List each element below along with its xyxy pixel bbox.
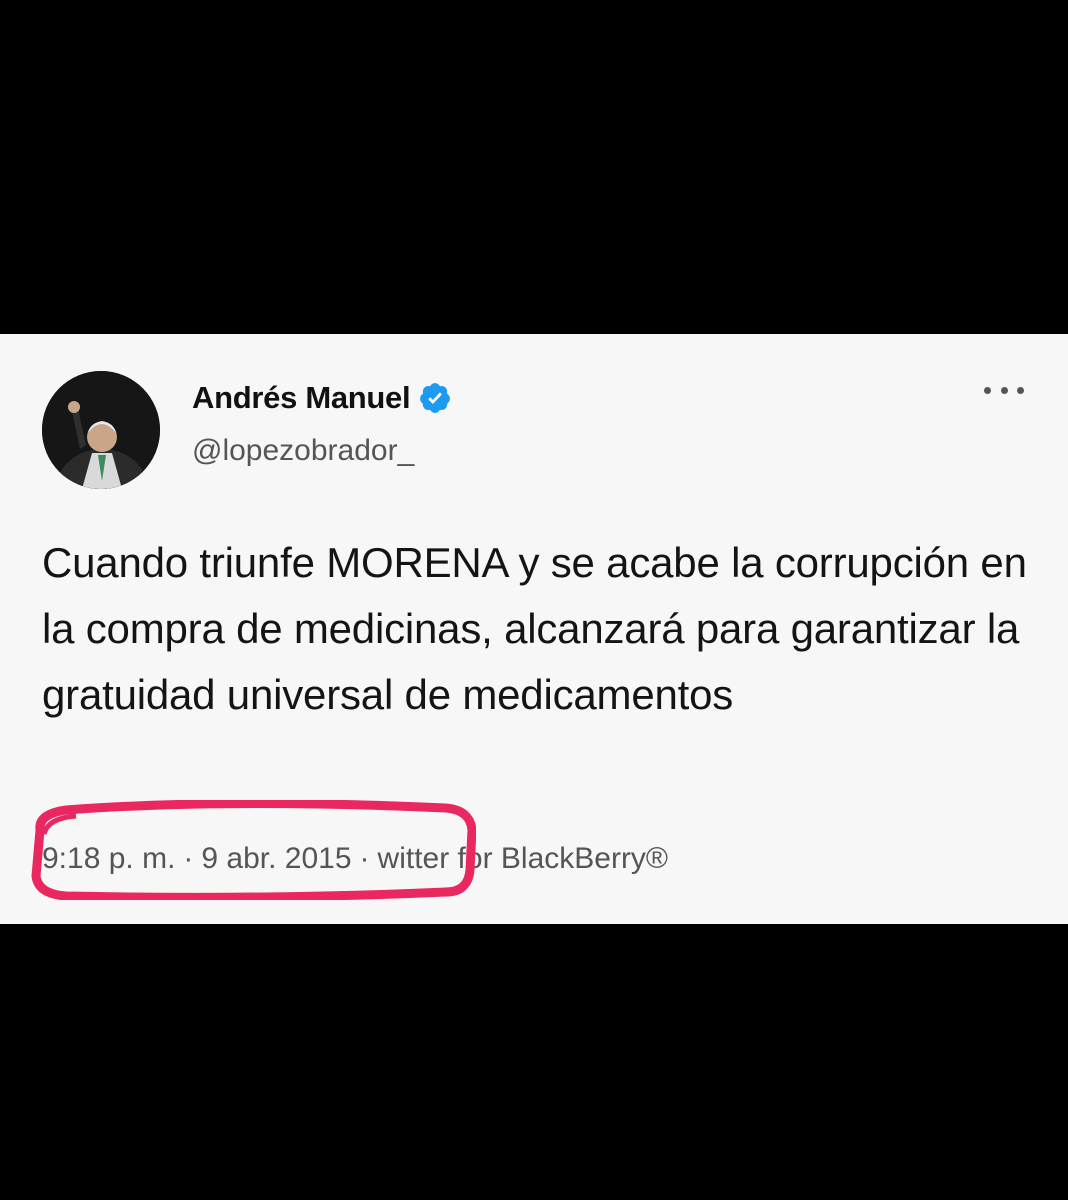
verified-badge-icon	[418, 381, 452, 415]
display-name[interactable]: Andrés Manuel	[192, 380, 452, 416]
screenshot-frame: Andrés Manuel @lopezobrador_ Cuando triu…	[0, 0, 1068, 1200]
more-dot	[984, 386, 991, 394]
meta-separator: ·	[183, 842, 194, 875]
user-handle[interactable]: @lopezobrador_	[192, 434, 414, 468]
tweet-text: Cuando triunfe MORENA y se acabe la corr…	[42, 539, 1027, 718]
more-dot	[1017, 386, 1024, 394]
tweet-card[interactable]: Andrés Manuel @lopezobrador_ Cuando triu…	[0, 334, 1068, 924]
tweet-metadata: 9:18 p. m. · 9 abr. 2015 · witter for Bl…	[42, 842, 668, 876]
display-name-text: Andrés Manuel	[192, 380, 411, 415]
tweet-time[interactable]: 9:18 p. m.	[42, 842, 175, 876]
more-options-icon[interactable]	[984, 378, 1024, 402]
tweet-source[interactable]: witter for BlackBerry®	[378, 842, 669, 876]
avatar[interactable]	[42, 371, 160, 489]
more-dot	[1000, 386, 1008, 394]
tweet-date[interactable]: 9 abr. 2015	[201, 842, 351, 876]
meta-separator: ·	[359, 842, 370, 875]
